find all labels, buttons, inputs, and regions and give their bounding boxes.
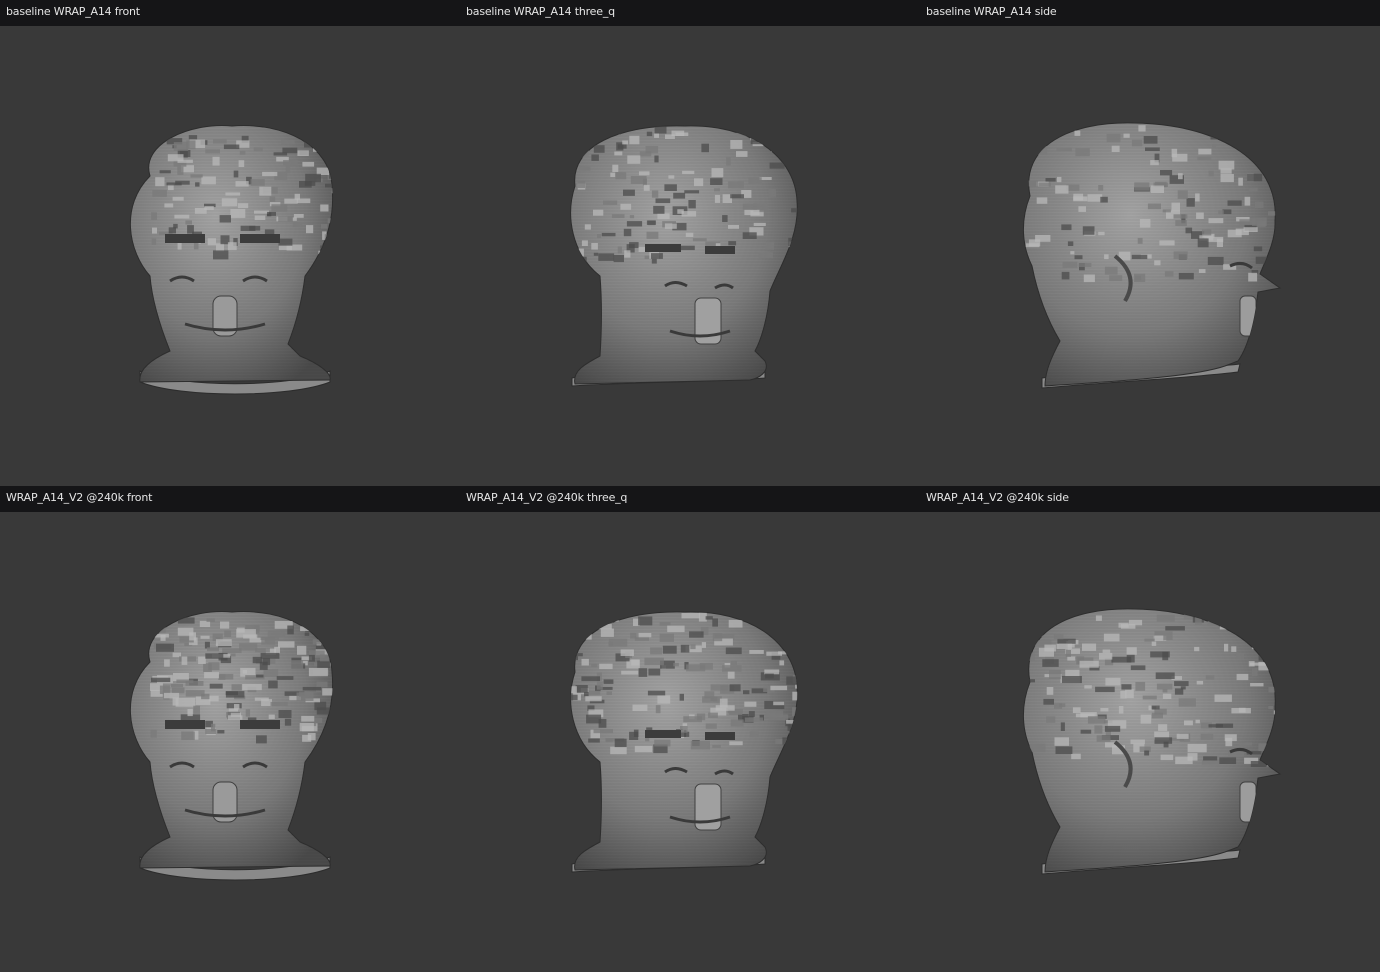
render-viewport <box>0 26 460 486</box>
render-label: WRAP_A14_V2 @240k front <box>6 491 153 504</box>
head-mesh-render <box>1022 608 1282 875</box>
render-cell-v2-side: WRAP_A14_V2 @240k side <box>920 486 1380 972</box>
render-viewport <box>920 26 1380 486</box>
render-cell-baseline-front: baseline WRAP_A14 front <box>0 0 460 486</box>
render-cell-baseline-side: baseline WRAP_A14 side <box>920 0 1380 486</box>
render-label: baseline WRAP_A14 front <box>6 5 140 18</box>
render-label: baseline WRAP_A14 three_q <box>466 5 615 18</box>
head-mesh-render <box>130 611 334 881</box>
head-mesh-render <box>570 611 798 873</box>
render-comparison-grid: baseline WRAP_A14 front baseline WRAP_A1… <box>0 0 1380 972</box>
render-viewport <box>0 512 460 972</box>
render-cell-baseline-three-q: baseline WRAP_A14 three_q <box>460 0 920 486</box>
render-cell-v2-front: WRAP_A14_V2 @240k front <box>0 486 460 972</box>
head-mesh-render <box>1022 122 1282 389</box>
render-viewport <box>920 512 1380 972</box>
render-label: baseline WRAP_A14 side <box>926 5 1057 18</box>
render-viewport <box>460 512 920 972</box>
render-label: WRAP_A14_V2 @240k three_q <box>466 491 628 504</box>
render-viewport <box>460 26 920 486</box>
render-cell-v2-three-q: WRAP_A14_V2 @240k three_q <box>460 486 920 972</box>
head-mesh-render <box>130 125 334 395</box>
head-mesh-render <box>570 125 798 387</box>
render-label: WRAP_A14_V2 @240k side <box>926 491 1069 504</box>
